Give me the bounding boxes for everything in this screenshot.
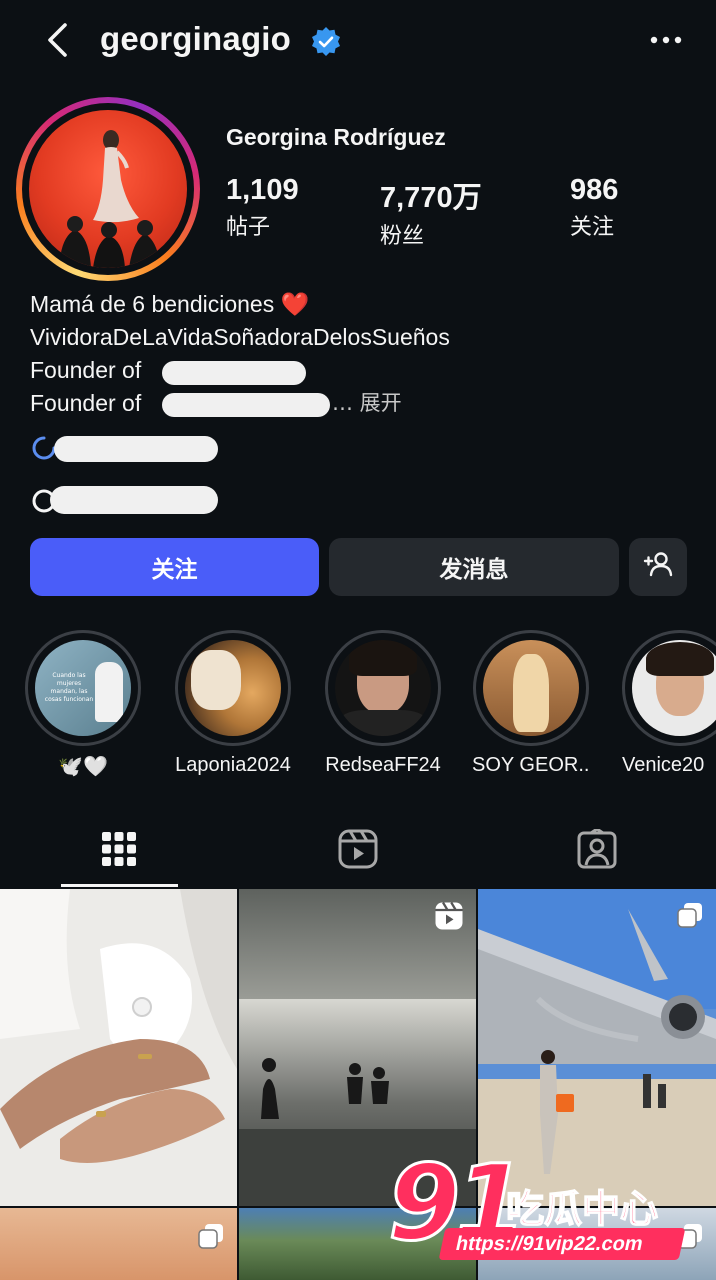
bio-expand-link[interactable]: … 展开 (332, 387, 402, 420)
highlight-cover-text: Cuando las mujeres mandan, las cosas fun… (44, 672, 94, 703)
post-thumbnail[interactable] (0, 889, 237, 1206)
message-button[interactable]: 发消息 (329, 538, 619, 596)
stat-following-label: 关注 (570, 215, 615, 240)
profile-full-name: Georgina Rodríguez (226, 124, 446, 150)
bio-line-2: VividoraDeLaVidaSoñadoraDelosSueños (30, 324, 450, 350)
add-user-button[interactable] (629, 538, 687, 596)
add-user-icon (643, 551, 673, 583)
more-horizontal-icon[interactable] (646, 24, 686, 56)
top-bar: georginagio (0, 0, 716, 82)
redacted-link (162, 361, 306, 385)
redacted-external-link[interactable] (54, 436, 218, 462)
highlight-cover (335, 640, 431, 736)
active-tab-indicator (61, 884, 178, 887)
watermark-text: 吃瓜中心 (505, 1186, 659, 1232)
highlight-item[interactable]: RedseaFF24 (324, 630, 442, 777)
highlight-label: RedseaFF24 (325, 754, 441, 776)
redacted-link (162, 393, 330, 417)
carousel-badge-icon (197, 1222, 225, 1255)
post-thumbnail[interactable] (0, 1208, 237, 1280)
stat-followers[interactable]: 7,770万 粉丝 (380, 174, 482, 250)
stat-posts[interactable]: 1,109 帖子 (226, 174, 299, 241)
highlight-label: Venice20 (622, 754, 705, 776)
profile-username: georginagio (100, 20, 292, 57)
verified-badge-icon (310, 26, 342, 58)
highlight-label: Laponia2024 (175, 754, 291, 776)
tab-tagged[interactable] (572, 826, 622, 876)
highlight-label: SOY GEOR... (472, 754, 590, 776)
highlight-label: 🕊️🤍 (58, 756, 108, 778)
grid-icon (102, 831, 136, 871)
highlight-cover (632, 640, 716, 736)
stat-posts-value: 1,109 (226, 174, 299, 206)
watermark: 91 吃瓜中心 https://91vip22.com (387, 1141, 708, 1272)
bio-line-4: Founder of (30, 390, 142, 416)
highlight-cover (483, 640, 579, 736)
back-icon[interactable] (36, 18, 80, 62)
redacted-threads-link[interactable] (50, 486, 218, 514)
highlight-item[interactable]: Cuando las mujeres mandan, las cosas fun… (24, 630, 142, 779)
highlight-item[interactable]: Venice20 (622, 630, 716, 777)
bio-line-1: Mamá de 6 bendiciones ❤️ (30, 291, 310, 317)
stat-following-value: 986 (570, 174, 619, 206)
carousel-badge-icon (676, 901, 704, 934)
tagged-user-icon (577, 826, 617, 874)
highlight-cover: Cuando las mujeres mandan, las cosas fun… (35, 640, 131, 736)
reel-badge-icon (434, 901, 464, 936)
highlight-item[interactable]: Laponia2024 (174, 630, 292, 777)
stat-posts-label: 帖子 (226, 215, 271, 240)
bio-line-3: Founder of (30, 357, 142, 383)
highlight-item[interactable]: SOY GEOR... (472, 630, 590, 777)
stat-following[interactable]: 986 关注 (570, 174, 618, 241)
watermark-url: https://91vip22.com (438, 1228, 686, 1260)
reels-icon (338, 829, 378, 874)
highlight-cover (185, 640, 281, 736)
avatar-story-ring[interactable] (16, 97, 200, 281)
tab-reels[interactable] (333, 826, 383, 876)
profile-tabs (0, 818, 716, 890)
tab-grid[interactable] (94, 826, 144, 876)
stat-followers-label: 粉丝 (380, 224, 425, 249)
follow-button[interactable]: 关注 (30, 538, 319, 596)
avatar (29, 110, 187, 268)
stat-followers-value: 7,770万 (380, 182, 482, 214)
